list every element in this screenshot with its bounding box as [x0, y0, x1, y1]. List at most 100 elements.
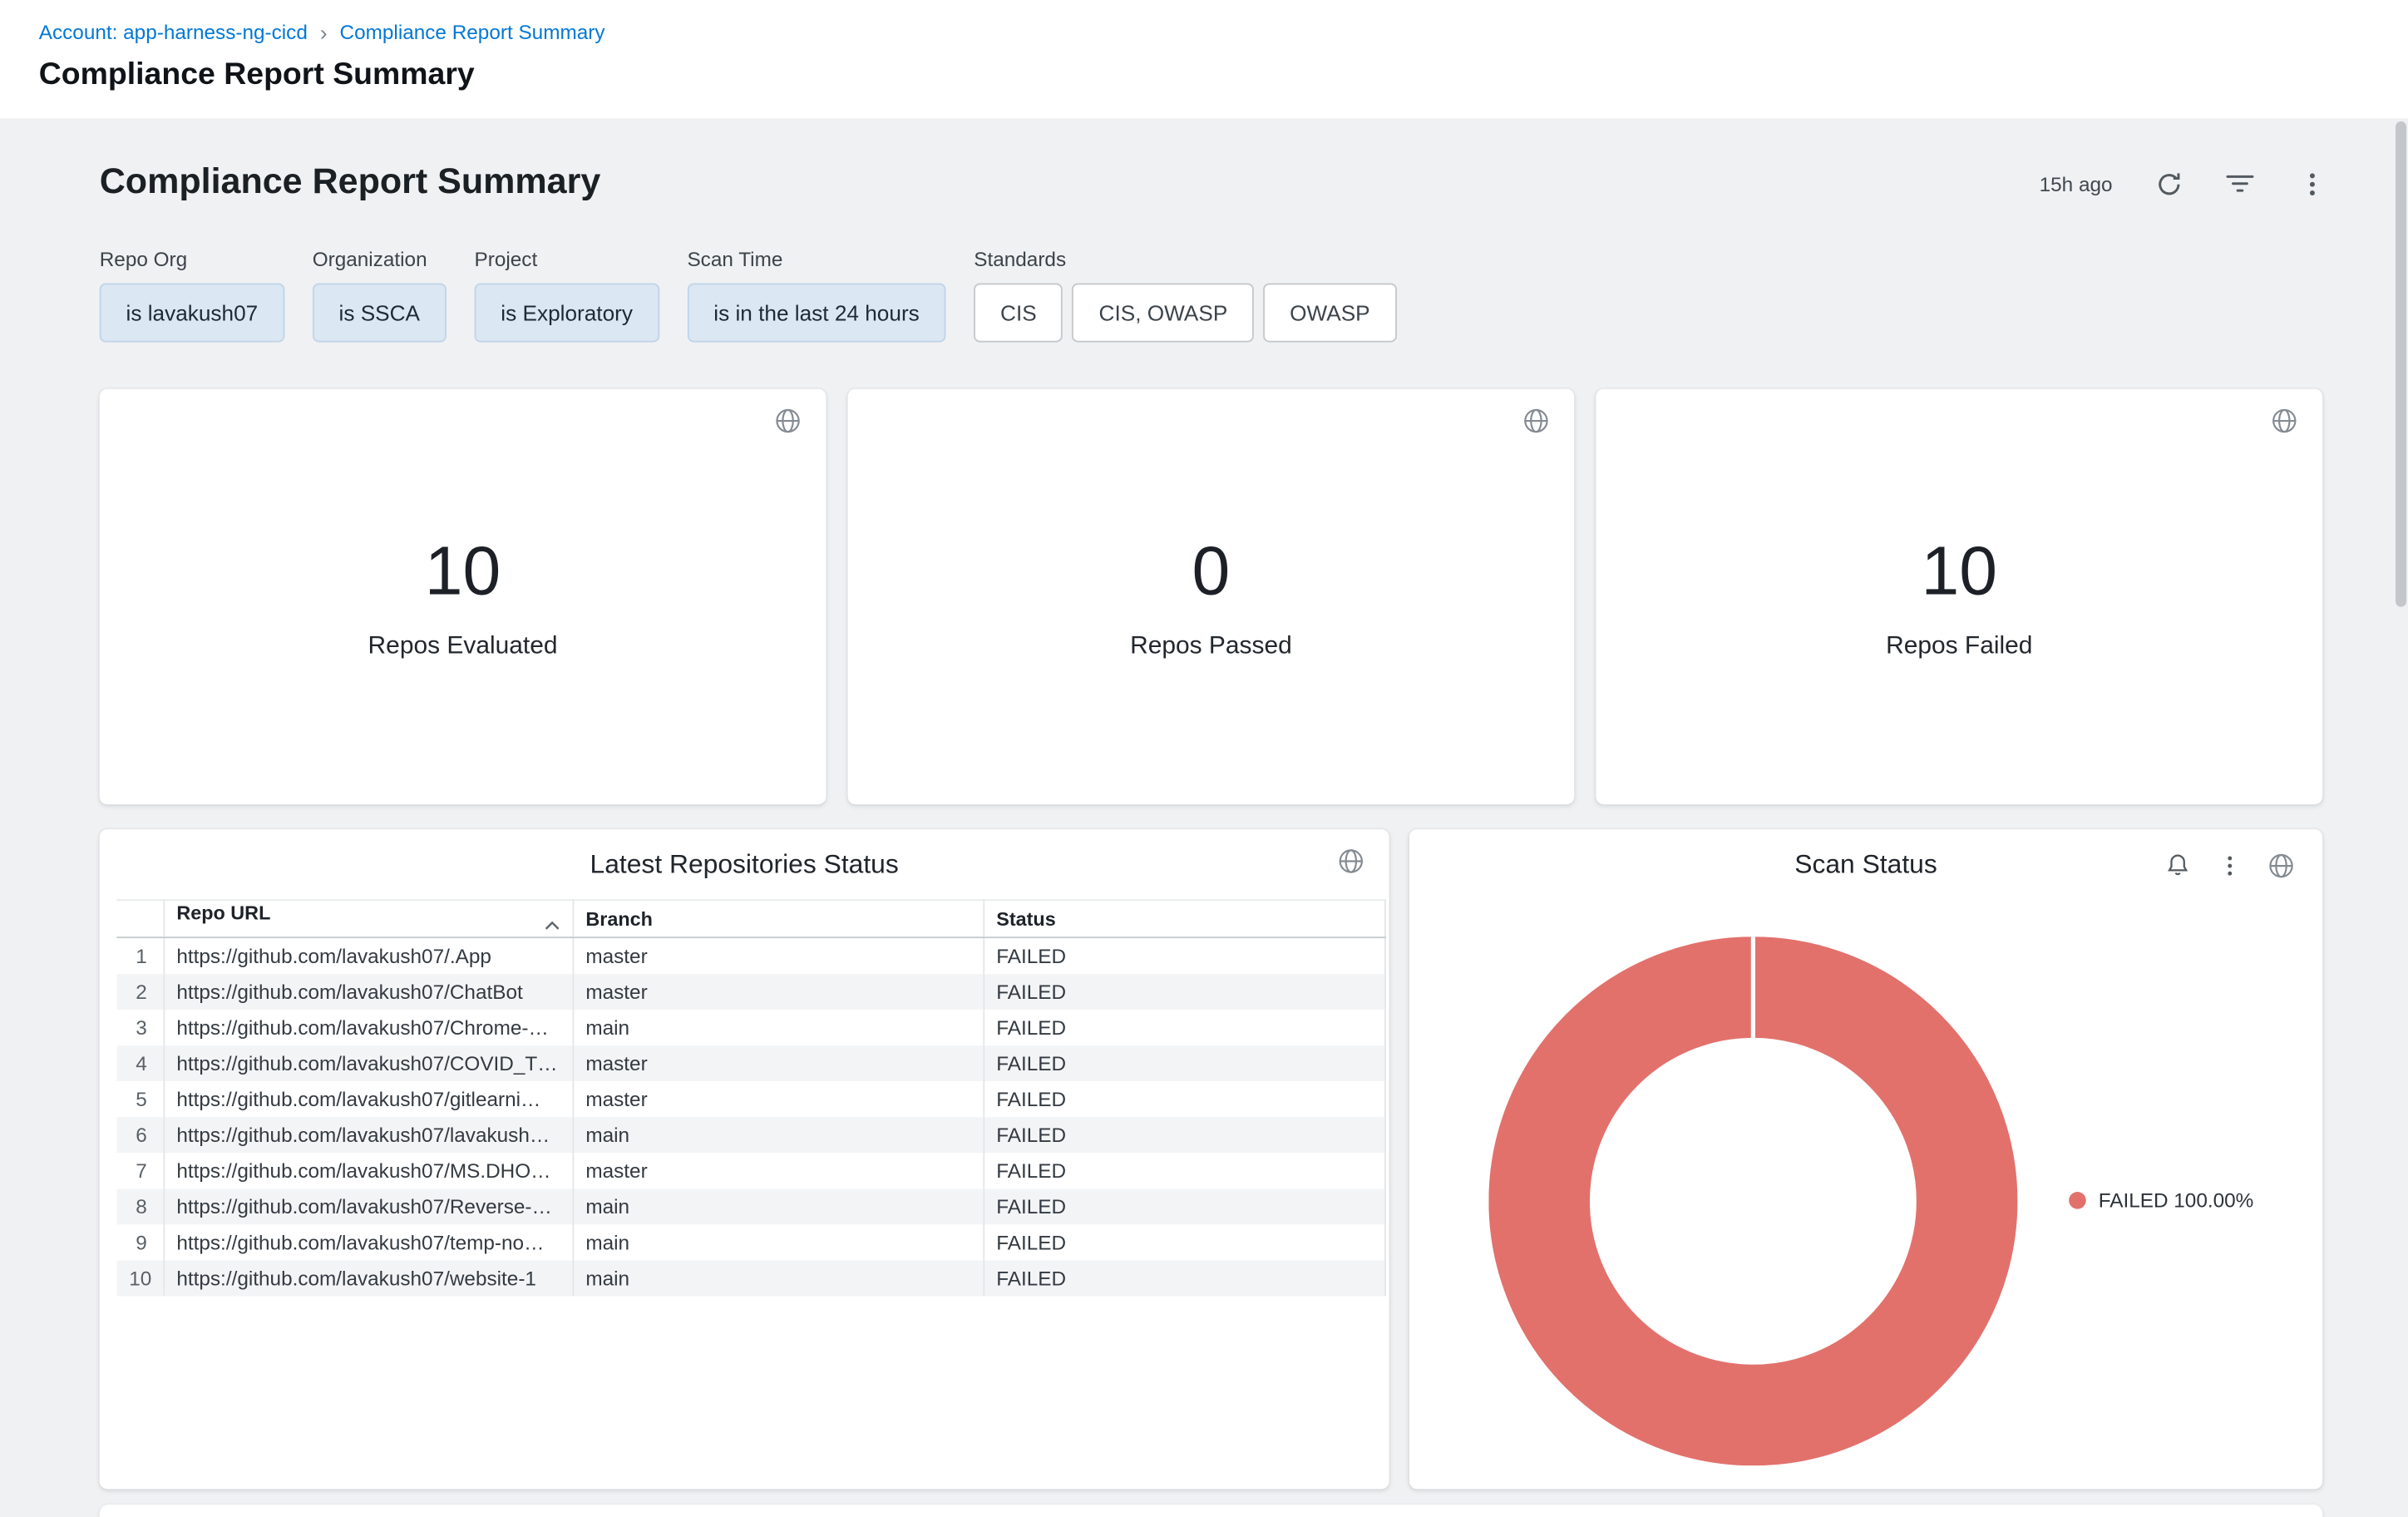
- row-number-cell: 6: [116, 1116, 163, 1152]
- filter-label: Project: [475, 247, 659, 270]
- filter-group-organization: Organization is SSCA: [313, 247, 447, 342]
- dashboard-menu-kebab-icon[interactable]: [2296, 168, 2327, 199]
- globe-icon[interactable]: [775, 408, 802, 442]
- repo-url-cell: https://github.com/lavakush07/website-1: [163, 1259, 572, 1295]
- branch-cell: master: [572, 973, 983, 1009]
- dashboard-panel: Compliance Report Summary 15h ago: [0, 118, 2408, 1517]
- status-cell: FAILED: [983, 973, 1384, 1009]
- filter-group-scan-time: Scan Timeis in the last 24 hours: [687, 247, 945, 342]
- scan-status-card: Scan Status: [1409, 829, 2322, 1489]
- row-number-cell: 10: [116, 1259, 163, 1295]
- vertical-scrollbar[interactable]: [2396, 121, 2406, 607]
- column-label: Repo URL: [176, 902, 270, 924]
- donut-ring-failed: [1539, 987, 1966, 1415]
- globe-icon[interactable]: [2265, 849, 2296, 880]
- last-refreshed-label: 15h ago: [2040, 172, 2113, 195]
- filter-group-project: Project is Exploratory: [475, 247, 659, 342]
- filters-row: Repo Org is lavakush07 Organization is SSCA…: [100, 247, 1397, 342]
- row-number-cell: 9: [116, 1223, 163, 1259]
- repo-url-cell: https://github.com/lavakush07/temp-no…: [163, 1223, 572, 1259]
- row-number-cell: 3: [116, 1009, 163, 1045]
- filter-chip-is-lavakush07[interactable]: is lavakush07: [100, 283, 284, 342]
- table-row: 2https://github.com/lavakush07/ChatBotma…: [116, 973, 1384, 1009]
- stat-card-repos-passed: 0 Repos Passed: [848, 389, 1575, 805]
- app-root: Account: app-harness-ng-cicd › Complianc…: [0, 0, 2408, 1517]
- filter-group-repo-org: Repo Org is lavakush07: [100, 247, 284, 342]
- repo-table-title: Latest Repositories Status: [100, 829, 1389, 881]
- table-row: 3https://github.com/lavakush07/Chrome-…m…: [116, 1009, 1384, 1045]
- scan-status-donut-chart[interactable]: [1488, 936, 2017, 1465]
- branch-cell: main: [572, 1223, 983, 1259]
- table-row: 5https://github.com/lavakush07/gitlearni…: [116, 1080, 1384, 1116]
- table-row: 7https://github.com/lavakush07/MS.DHO…ma…: [116, 1152, 1384, 1188]
- table-row: 10https://github.com/lavakush07/website-…: [116, 1259, 1384, 1295]
- next-row-card-peek: [100, 1505, 2322, 1517]
- status-cell: FAILED: [983, 1116, 1384, 1152]
- globe-icon[interactable]: [1523, 408, 1550, 442]
- refresh-icon[interactable]: [2153, 168, 2183, 199]
- repo-table-body: 1https://github.com/lavakush07/.Appmaste…: [116, 937, 1384, 1295]
- row-number-cell: 4: [116, 1045, 163, 1080]
- branch-cell: main: [572, 1116, 983, 1152]
- filter-chip-cis[interactable]: CIS: [974, 283, 1063, 342]
- filter-chips: is in the last 24 hours: [687, 283, 945, 342]
- filter-label: Standards: [974, 247, 1396, 270]
- repo-url-cell: https://github.com/lavakush07/Chrome-…: [163, 1009, 572, 1045]
- stat-label: Repos Passed: [1130, 633, 1292, 661]
- chart-legend[interactable]: FAILED 100.00%: [2069, 1188, 2253, 1212]
- filter-chip-cis-owasp[interactable]: CIS, OWASP: [1073, 283, 1254, 342]
- column-label: Status: [996, 908, 1055, 930]
- chevron-right-icon: ›: [320, 19, 328, 44]
- tile-menu-kebab-icon[interactable]: [2213, 849, 2244, 880]
- column-header-repo-url[interactable]: Repo URL: [163, 900, 572, 937]
- scan-card-toolbar: [2162, 849, 2296, 880]
- filter-label: Repo Org: [100, 247, 284, 270]
- sort-asc-icon: [544, 913, 560, 935]
- breadcrumb-current-link[interactable]: Compliance Report Summary: [340, 20, 605, 45]
- filter-label: Organization: [313, 247, 447, 270]
- status-cell: FAILED: [983, 1259, 1384, 1295]
- row-number-cell: 2: [116, 973, 163, 1009]
- filter-chip-is-in-the-last-24-hours[interactable]: is in the last 24 hours: [687, 283, 945, 342]
- column-header-branch[interactable]: Branch: [572, 900, 983, 937]
- repo-url-cell: https://github.com/lavakush07/Reverse-…: [163, 1188, 572, 1223]
- page-header: Account: app-harness-ng-cicd › Complianc…: [0, 0, 2408, 118]
- status-cell: FAILED: [983, 1152, 1384, 1188]
- row-number-cell: 7: [116, 1152, 163, 1188]
- stat-value: 10: [1921, 538, 1997, 606]
- table-row: 4https://github.com/lavakush07/COVID_T…m…: [116, 1045, 1384, 1080]
- globe-icon[interactable]: [1338, 848, 1364, 882]
- donut-slice-gap: [1751, 936, 1755, 1039]
- breadcrumb-account-link[interactable]: Account: app-harness-ng-cicd: [39, 20, 308, 45]
- column-header-status[interactable]: Status: [983, 900, 1384, 937]
- stat-card-repos-failed: 10Repos Failed: [1596, 389, 2322, 805]
- repo-table: Repo URL Branch Status 1https://github.c…: [116, 899, 1385, 1295]
- filter-chip-is-exploratory[interactable]: is Exploratory: [475, 283, 659, 342]
- alert-bell-icon[interactable]: [2162, 849, 2193, 880]
- branch-cell: main: [572, 1259, 983, 1295]
- page-title: Compliance Report Summary: [39, 57, 2408, 93]
- stat-value: 10: [425, 538, 501, 606]
- filter-icon[interactable]: [2224, 168, 2255, 199]
- status-cell: FAILED: [983, 1080, 1384, 1116]
- table-row: 8https://github.com/lavakush07/Reverse-……: [116, 1188, 1384, 1223]
- status-cell: FAILED: [983, 937, 1384, 973]
- filter-chip-owasp[interactable]: OWASP: [1263, 283, 1396, 342]
- repo-url-cell: https://github.com/lavakush07/gitlearni…: [163, 1080, 572, 1116]
- filter-chips: is lavakush07: [100, 283, 284, 342]
- globe-icon[interactable]: [2271, 408, 2297, 442]
- table-row: 1https://github.com/lavakush07/.Appmaste…: [116, 937, 1384, 973]
- branch-cell: master: [572, 1152, 983, 1188]
- status-cell: FAILED: [983, 1045, 1384, 1080]
- table-row: 9https://github.com/lavakush07/temp-no…m…: [116, 1223, 1384, 1259]
- branch-cell: main: [572, 1009, 983, 1045]
- row-number-cell: 5: [116, 1080, 163, 1116]
- filter-chip-is-ssca[interactable]: is SSCA: [313, 283, 447, 342]
- stat-value: 0: [1192, 538, 1231, 606]
- repo-url-cell: https://github.com/lavakush07/lavakush…: [163, 1116, 572, 1152]
- status-cell: FAILED: [983, 1009, 1384, 1045]
- stat-card-repos-evaluated: 10Repos Evaluated: [100, 389, 827, 805]
- branch-cell: main: [572, 1188, 983, 1223]
- legend-failed-label: FAILED 100.00%: [2099, 1188, 2254, 1212]
- branch-cell: master: [572, 1045, 983, 1080]
